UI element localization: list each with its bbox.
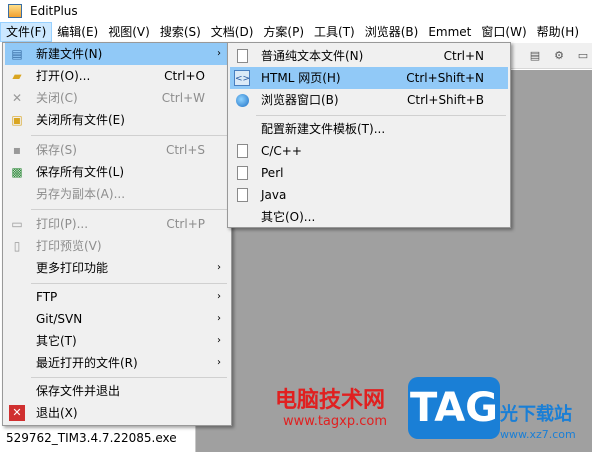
watermark-right-text: 光下载站 bbox=[500, 404, 572, 425]
menu-search[interactable]: 搜索(S) bbox=[155, 22, 206, 42]
html-file-icon: <> bbox=[234, 70, 250, 86]
menu-separator bbox=[31, 377, 227, 378]
menu-item-exit[interactable]: ✕ 退出(X) bbox=[5, 402, 229, 424]
chevron-right-icon: › bbox=[217, 48, 221, 59]
window-title: EditPlus bbox=[30, 4, 78, 18]
menu-item-other[interactable]: 其它(T) › bbox=[5, 330, 229, 352]
watermark-right-url: www.xz7.com bbox=[500, 428, 576, 441]
menu-bar: 文件(F) 编辑(E) 视图(V) 搜索(S) 文档(D) 方案(P) 工具(T… bbox=[0, 22, 592, 42]
chevron-right-icon: › bbox=[217, 262, 221, 273]
menu-document[interactable]: 文档(D) bbox=[206, 22, 259, 42]
window-icon[interactable]: ▭ bbox=[575, 48, 591, 64]
submenu-item-perl[interactable]: Perl bbox=[230, 162, 508, 184]
menu-item-open[interactable]: ▰ 打开(O)... Ctrl+O bbox=[5, 65, 229, 87]
submenu-item-plain-text[interactable]: 普通纯文本文件(N) Ctrl+N bbox=[230, 45, 508, 67]
submenu-item-c-cpp[interactable]: C/C++ bbox=[230, 140, 508, 162]
file-list-item[interactable]: 529762_TIM3.4.7.22085.exe bbox=[6, 431, 177, 445]
menu-separator bbox=[256, 115, 506, 116]
save-icon: ▪ bbox=[12, 143, 22, 157]
menu-edit[interactable]: 编辑(E) bbox=[52, 22, 103, 42]
new-file-submenu: 普通纯文本文件(N) Ctrl+N <> HTML 网页(H) Ctrl+Shi… bbox=[227, 42, 511, 228]
chevron-right-icon: › bbox=[217, 357, 221, 368]
new-file-icon: ▤ bbox=[11, 47, 23, 61]
menu-item-recent-files[interactable]: 最近打开的文件(R) › bbox=[5, 352, 229, 374]
close-all-icon: ▣ bbox=[11, 113, 23, 127]
menu-separator bbox=[31, 135, 227, 136]
open-folder-icon: ▰ bbox=[12, 69, 22, 83]
menu-emmet[interactable]: Emmet bbox=[423, 22, 476, 42]
ruler-icon[interactable]: ▤ bbox=[527, 48, 543, 64]
chevron-right-icon: › bbox=[217, 313, 221, 324]
menu-view[interactable]: 视图(V) bbox=[103, 22, 155, 42]
settings-gear-icon[interactable]: ⚙ bbox=[551, 48, 567, 64]
menu-help[interactable]: 帮助(H) bbox=[532, 22, 584, 42]
watermark-tag-logo: TAG bbox=[408, 377, 500, 439]
menu-item-ftp[interactable]: FTP › bbox=[5, 286, 229, 308]
menu-separator bbox=[31, 283, 227, 284]
menu-item-save-and-exit[interactable]: 保存文件并退出 bbox=[5, 380, 229, 402]
editplus-app-icon bbox=[8, 4, 22, 18]
menu-item-more-print[interactable]: 更多打印功能 › bbox=[5, 257, 229, 279]
menu-item-git-svn[interactable]: Git/SVN › bbox=[5, 308, 229, 330]
print-preview-icon: ▯ bbox=[13, 239, 21, 253]
menu-item-close[interactable]: ✕ 关闭(C) Ctrl+W bbox=[5, 87, 229, 109]
perl-file-icon bbox=[237, 166, 248, 180]
menu-item-save-all[interactable]: ▩ 保存所有文件(L) bbox=[5, 161, 229, 183]
submenu-item-configure-templates[interactable]: 配置新建文件模板(T)... bbox=[230, 118, 508, 140]
submenu-item-java[interactable]: Java bbox=[230, 184, 508, 206]
submenu-item-browser-window[interactable]: 浏览器窗口(B) Ctrl+Shift+B bbox=[230, 89, 508, 111]
exit-icon: ✕ bbox=[9, 405, 25, 421]
menu-item-print[interactable]: ▭ 打印(P)... Ctrl+P bbox=[5, 213, 229, 235]
save-all-icon: ▩ bbox=[11, 165, 23, 179]
submenu-item-html[interactable]: <> HTML 网页(H) Ctrl+Shift+N bbox=[230, 67, 508, 89]
menu-item-close-all[interactable]: ▣ 关闭所有文件(E) bbox=[5, 109, 229, 131]
close-x-icon: ✕ bbox=[11, 91, 23, 105]
java-file-icon bbox=[237, 188, 248, 202]
text-file-icon bbox=[237, 49, 248, 63]
menu-item-save-copy[interactable]: 另存为副本(A)... bbox=[5, 183, 229, 205]
menu-window[interactable]: 窗口(W) bbox=[476, 22, 531, 42]
title-bar: EditPlus bbox=[0, 0, 592, 22]
menu-item-new-file[interactable]: ▤ 新建文件(N) › bbox=[5, 43, 229, 65]
menu-item-print-preview[interactable]: ▯ 打印预览(V) bbox=[5, 235, 229, 257]
file-menu: ▤ 新建文件(N) › ▰ 打开(O)... Ctrl+O ✕ 关闭(C) Ct… bbox=[2, 42, 232, 426]
watermark-site-url: www.tagxp.com bbox=[283, 414, 387, 429]
menu-browser[interactable]: 浏览器(B) bbox=[360, 22, 424, 42]
c-file-icon bbox=[237, 144, 248, 158]
print-icon: ▭ bbox=[11, 217, 23, 231]
submenu-item-other[interactable]: 其它(O)... bbox=[230, 206, 508, 228]
chevron-right-icon: › bbox=[217, 291, 221, 302]
toolbar: ▤ ⚙ ▭ bbox=[505, 43, 592, 69]
menu-tools[interactable]: 工具(T) bbox=[309, 22, 360, 42]
menu-separator bbox=[31, 209, 227, 210]
menu-file[interactable]: 文件(F) bbox=[0, 22, 53, 42]
chevron-right-icon: › bbox=[217, 335, 221, 346]
menu-project[interactable]: 方案(P) bbox=[258, 22, 309, 42]
watermark-site-name: 电脑技术网 bbox=[275, 388, 386, 413]
menu-item-save[interactable]: ▪ 保存(S) Ctrl+S bbox=[5, 139, 229, 161]
browser-window-icon bbox=[236, 94, 249, 107]
